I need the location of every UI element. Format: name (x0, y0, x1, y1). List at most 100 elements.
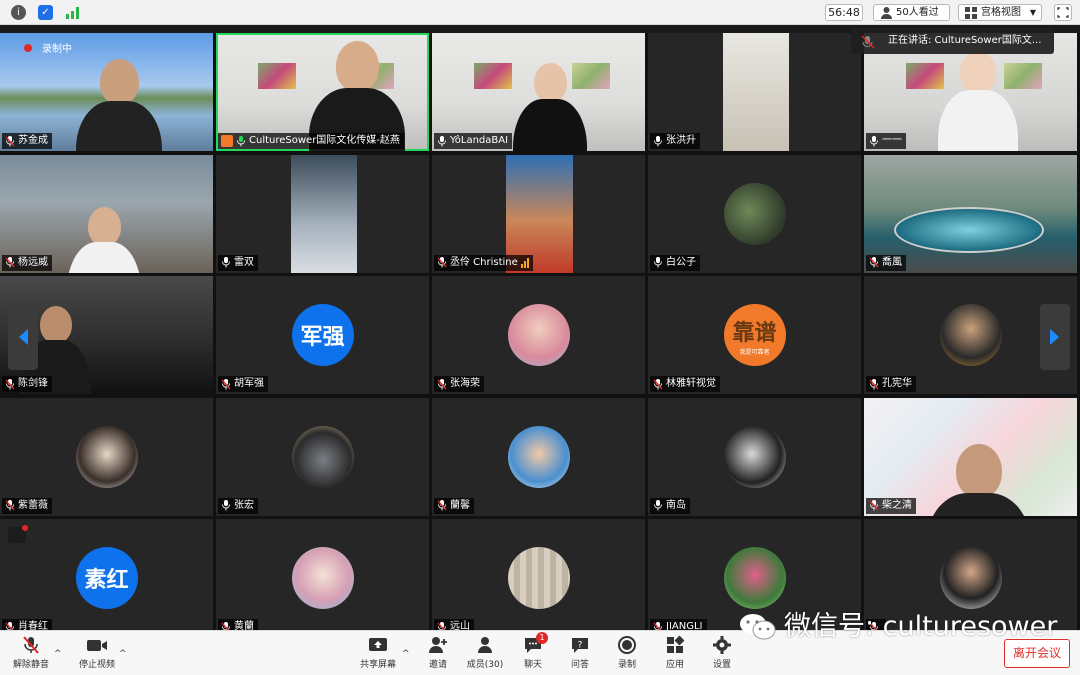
recording-label: 录制中 (42, 44, 72, 55)
participant-tile[interactable]: 柴之清 (864, 397, 1077, 516)
participant-nameplate: 杨远威 (2, 254, 52, 271)
avatar: 军强 (291, 304, 354, 366)
participant-name: YôLandaBAI (450, 135, 509, 146)
participant-tile[interactable]: 张洪升 (648, 33, 861, 151)
painting (572, 63, 610, 89)
participant-name: 柴之清 (882, 499, 912, 511)
avatar-initials: 素红 (84, 568, 129, 593)
viewers-label: 50人看过 (896, 7, 939, 18)
view-mode-dropdown[interactable]: 宫格视图 ▼ (958, 4, 1042, 21)
speaker-icon (861, 34, 875, 54)
participant-tile[interactable]: 军强 胡军强 (216, 276, 429, 394)
next-page-button[interactable] (1040, 304, 1070, 370)
viewers-count-button[interactable]: 50人看过 (873, 4, 950, 21)
person-body (67, 242, 141, 273)
mic-icon (237, 135, 245, 146)
avatar: 素红 (75, 547, 138, 609)
participant-tile[interactable]: 紫蕾薇 (0, 397, 213, 516)
view-mode-label: 宫格视图 (981, 7, 1021, 18)
participant-tile[interactable]: 靠谱 我是可靠者 林雅轩视觉 (648, 276, 861, 394)
avatar: 靠谱 我是可靠者 (723, 304, 786, 366)
participant-tile[interactable]: YôLandaBAI (432, 33, 645, 151)
share-screen-button[interactable]: 共享屏幕 (353, 635, 403, 670)
participant-nameplate: 陈剑锋 (2, 376, 52, 392)
unmute-button[interactable]: 解除静音 (6, 635, 56, 670)
invite-button[interactable]: 邀请 (413, 635, 463, 670)
person-head (336, 41, 380, 92)
participant-nameplate: 紫蕾薇 (2, 497, 52, 514)
fullscreen-icon[interactable] (1054, 4, 1072, 21)
speaking-indicator: 正在讲话: CultureSower国际文... (851, 28, 1054, 54)
prev-page-button[interactable] (8, 304, 38, 370)
video-options-caret-icon[interactable]: ^ (119, 649, 127, 659)
participant-nameplate: 雷双 (218, 254, 258, 271)
participant-tile[interactable]: 杨远威 (0, 154, 213, 273)
qa-button[interactable]: ? 问答 (555, 635, 605, 670)
muted-mic-icon (23, 636, 39, 654)
participant-tile[interactable]: 苏金成 录制中 (0, 33, 213, 151)
mic-icon (222, 500, 230, 511)
participant-nameplate: 南岛 (650, 497, 690, 514)
participant-tile[interactable]: 素红 肖春红 (0, 519, 213, 637)
fountain-scene (894, 206, 1044, 253)
video-camera-icon (87, 640, 107, 651)
menu-dots-icon[interactable] (8, 525, 28, 543)
participant-nameplate: 林雅轩视觉 (650, 376, 720, 392)
chat-button[interactable]: 聊天 1 (508, 632, 558, 670)
participant-name: 喬風 (882, 256, 902, 268)
muted-mic-icon (653, 378, 663, 389)
arrow-right-icon (1050, 329, 1059, 345)
record-label: 录制 (617, 660, 636, 670)
signal-icon[interactable] (65, 5, 80, 20)
share-screen-label: 共享屏幕 (359, 660, 396, 670)
apps-button[interactable]: 应用 (650, 635, 700, 670)
person-body (513, 98, 587, 151)
portrait-video (723, 33, 789, 151)
participant-nameplate: 一一 (866, 133, 906, 149)
participant-tile[interactable]: 黄蘭 (216, 519, 429, 637)
avatar (939, 547, 1002, 609)
avatar (507, 547, 570, 609)
participant-tile[interactable]: 张海荣 (432, 276, 645, 394)
arrow-left-icon (19, 329, 28, 345)
participant-nameplate: 丞伶 Christine (434, 254, 533, 271)
participant-tile[interactable]: 雷双 (216, 154, 429, 273)
avatar (723, 182, 786, 245)
participant-tile[interactable]: CultureSower国际文化传媒-赵燕 (216, 33, 429, 151)
participant-tile[interactable]: 张宏 (216, 397, 429, 516)
participant-nameplate: YôLandaBAI (434, 133, 513, 149)
participant-tile[interactable]: 喬風 (864, 154, 1077, 273)
painting (474, 63, 512, 89)
record-button[interactable]: 录制 (602, 635, 652, 670)
participant-tile[interactable]: 白公子 (648, 154, 861, 273)
members-button[interactable]: 成员(30) (460, 635, 510, 670)
recording-indicator: 录制中 (24, 40, 72, 55)
avatar (723, 547, 786, 609)
muted-mic-icon (5, 257, 15, 268)
people-icon (478, 637, 492, 653)
participant-nameplate: 苏金成 (2, 133, 52, 149)
mic-icon (870, 135, 878, 146)
apps-icon (667, 635, 685, 653)
avatar-initials: 军强 (300, 325, 345, 350)
participant-nameplate: 白公子 (650, 254, 700, 271)
participant-tile[interactable]: 丞伶 Christine (432, 154, 645, 273)
muted-mic-icon (437, 378, 447, 389)
participant-tile[interactable]: 南岛 (648, 397, 861, 516)
stop-video-button[interactable]: 停止视频 (72, 635, 122, 670)
info-icon[interactable]: i (11, 5, 26, 20)
shield-icon[interactable]: ✓ (38, 5, 53, 20)
audio-options-caret-icon[interactable]: ^ (54, 649, 62, 659)
speaking-label: 正在讲话: CultureSower国际文... (888, 35, 1042, 46)
participant-name: CultureSower国际文化传媒-赵燕 (249, 135, 400, 146)
participant-tile[interactable]: 蘭馨 (432, 397, 645, 516)
chat-unread-badge: 1 (536, 632, 548, 644)
apps-label: 应用 (665, 660, 684, 670)
participant-name: 张宏 (234, 499, 254, 511)
avatar (723, 425, 786, 488)
share-options-caret-icon[interactable]: ^ (402, 649, 410, 659)
participant-name: 孔宪华 (882, 378, 912, 389)
wechat-watermark: 微信号: culturesower (738, 610, 1057, 644)
dropdown-caret-icon: ▼ (1029, 8, 1036, 17)
participant-tile[interactable]: 远山 (432, 519, 645, 637)
